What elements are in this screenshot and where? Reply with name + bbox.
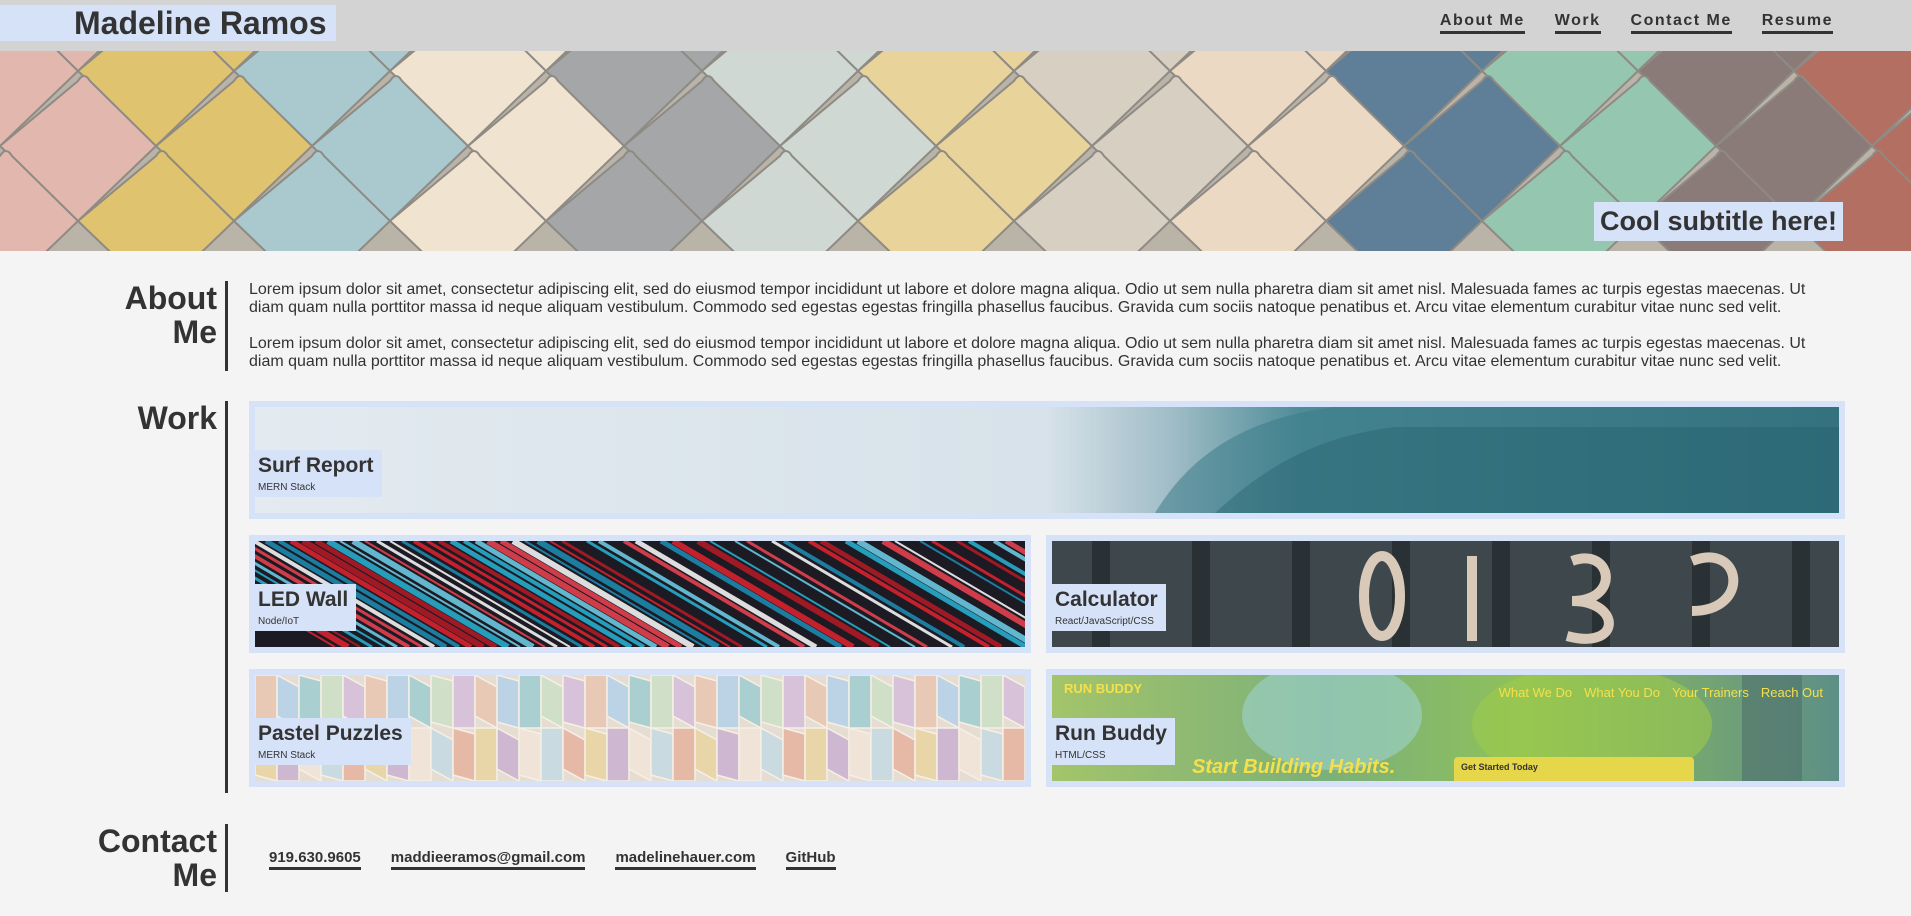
nav-contact-me[interactable]: Contact Me bbox=[1630, 12, 1732, 34]
about-body: Lorem ipsum dolor sit amet, consectetur … bbox=[249, 281, 1809, 389]
pastel-tile bbox=[430, 675, 454, 729]
run-buddy-nav-item: What You Do bbox=[1584, 685, 1660, 700]
project-stack: MERN Stack bbox=[258, 482, 316, 493]
surf-report-image bbox=[255, 407, 1839, 513]
pastel-tile bbox=[892, 675, 916, 729]
project-title: Calculator bbox=[1055, 588, 1158, 611]
contact-links: 919.630.9605 maddieeramos@gmail.com made… bbox=[269, 849, 836, 870]
nav-resume[interactable]: Resume bbox=[1761, 12, 1833, 34]
work-divider bbox=[225, 401, 228, 793]
work-heading: Work bbox=[137, 400, 217, 436]
contact-divider bbox=[225, 824, 228, 892]
contact-email-link[interactable]: maddieeramos@gmail.com bbox=[390, 849, 586, 870]
pastel-tile bbox=[958, 675, 982, 729]
run-buddy-logo: RUN BUDDY bbox=[1064, 681, 1142, 696]
main-nav: About Me Work Contact Me Resume bbox=[1439, 12, 1833, 34]
pastel-tile bbox=[694, 675, 718, 729]
pastel-tile bbox=[452, 727, 476, 781]
nav-about-me[interactable]: About Me bbox=[1439, 12, 1525, 34]
site-brand[interactable]: Madeline Ramos bbox=[0, 5, 336, 41]
pastel-tile bbox=[980, 675, 1004, 729]
pastel-tile bbox=[826, 675, 850, 729]
about-paragraph: Lorem ipsum dolor sit amet, consectetur … bbox=[249, 281, 1806, 316]
project-card-run-buddy[interactable]: RUN BUDDY What We Do What You Do Your Tr… bbox=[1046, 669, 1845, 787]
pastel-tile bbox=[540, 727, 564, 781]
pastel-tile bbox=[870, 727, 894, 781]
pastel-tile bbox=[804, 727, 828, 781]
led-wall-image bbox=[255, 541, 1025, 647]
about-heading: About Me bbox=[125, 281, 217, 349]
project-card-pastel-puzzles[interactable]: Pastel Puzzles MERN Stack bbox=[249, 669, 1031, 787]
about-heading-line1: About bbox=[124, 280, 217, 316]
project-title: Run Buddy bbox=[1055, 722, 1167, 745]
project-label: Calculator React/JavaScript/CSS bbox=[1052, 584, 1166, 631]
project-title: Pastel Puzzles bbox=[258, 722, 403, 745]
run-buddy-nav-item: Reach Out bbox=[1760, 685, 1823, 700]
about-divider bbox=[225, 281, 228, 371]
pastel-tile bbox=[716, 675, 740, 729]
pastel-tile bbox=[760, 675, 784, 729]
project-title: Surf Report bbox=[258, 454, 374, 477]
run-buddy-nav-item: What We Do bbox=[1498, 685, 1573, 700]
site-name: Madeline Ramos bbox=[74, 5, 327, 41]
pastel-tile bbox=[936, 727, 960, 781]
contact-phone-link[interactable]: 919.630.9605 bbox=[269, 849, 361, 870]
pastel-tile bbox=[782, 727, 806, 781]
project-label: Pastel Puzzles MERN Stack bbox=[255, 718, 411, 765]
pastel-tile bbox=[606, 727, 630, 781]
pastel-tile bbox=[474, 727, 498, 781]
pastel-tile bbox=[848, 727, 872, 781]
site-header: Madeline Ramos About Me Work Contact Me … bbox=[0, 0, 1911, 51]
pastel-tile bbox=[782, 675, 806, 729]
pastel-tile bbox=[518, 675, 542, 729]
project-stack: React/JavaScript/CSS bbox=[1055, 616, 1154, 627]
run-buddy-tagline: Start Building Habits. bbox=[1192, 756, 1396, 778]
project-label: LED Wall Node/IoT bbox=[255, 584, 357, 631]
project-stack: HTML/CSS bbox=[1055, 750, 1106, 761]
contact-heading-line1: Contact bbox=[97, 823, 217, 859]
pastel-tile bbox=[738, 727, 762, 781]
run-buddy-nav-item: Your Trainers bbox=[1672, 685, 1749, 700]
contact-heading-line2: Me bbox=[172, 857, 217, 893]
project-card-surf-report[interactable]: Surf Report MERN Stack bbox=[249, 401, 1845, 519]
contact-github-link[interactable]: GitHub bbox=[785, 849, 836, 870]
pastel-tile bbox=[980, 727, 1004, 781]
pastel-tile bbox=[562, 675, 586, 729]
pastel-tile bbox=[914, 727, 938, 781]
about-heading-line2: Me bbox=[172, 314, 217, 350]
pastel-tile bbox=[452, 675, 476, 729]
calculator-image bbox=[1052, 541, 1839, 647]
pastel-tile bbox=[518, 727, 542, 781]
pastel-tile bbox=[496, 675, 520, 729]
pastel-tile bbox=[650, 727, 674, 781]
pastel-tile bbox=[848, 675, 872, 729]
pastel-tile bbox=[650, 675, 674, 729]
project-label: Run Buddy HTML/CSS bbox=[1052, 718, 1175, 765]
pastel-tile bbox=[584, 727, 608, 781]
nav-work[interactable]: Work bbox=[1554, 12, 1601, 34]
project-card-calculator[interactable]: Calculator React/JavaScript/CSS bbox=[1046, 535, 1845, 653]
run-buddy-cta-box: Get Started Today bbox=[1454, 757, 1694, 781]
contact-website-link[interactable]: madelinehauer.com bbox=[615, 849, 756, 870]
pastel-tile bbox=[914, 675, 938, 729]
pastel-tile bbox=[628, 675, 652, 729]
hero-banner: Cool subtitle here! bbox=[0, 51, 1911, 251]
pastel-tile bbox=[1002, 727, 1025, 781]
pastel-tile bbox=[672, 727, 696, 781]
hero-subtitle: Cool subtitle here! bbox=[1593, 202, 1843, 241]
contact-heading: Contact Me bbox=[98, 824, 217, 892]
pastel-tile bbox=[716, 727, 740, 781]
pastel-tile bbox=[408, 727, 432, 781]
project-stack: Node/IoT bbox=[258, 616, 300, 627]
run-buddy-preview-nav: What We Do What You Do Your Trainers Rea… bbox=[1499, 685, 1823, 700]
project-title: LED Wall bbox=[258, 588, 349, 611]
pastel-tile bbox=[584, 675, 608, 729]
about-paragraph: Lorem ipsum dolor sit amet, consectetur … bbox=[249, 335, 1806, 370]
project-card-led-wall[interactable]: LED Wall Node/IoT bbox=[249, 535, 1031, 653]
project-stack: MERN Stack bbox=[258, 750, 316, 761]
project-label: Surf Report MERN Stack bbox=[255, 450, 382, 497]
